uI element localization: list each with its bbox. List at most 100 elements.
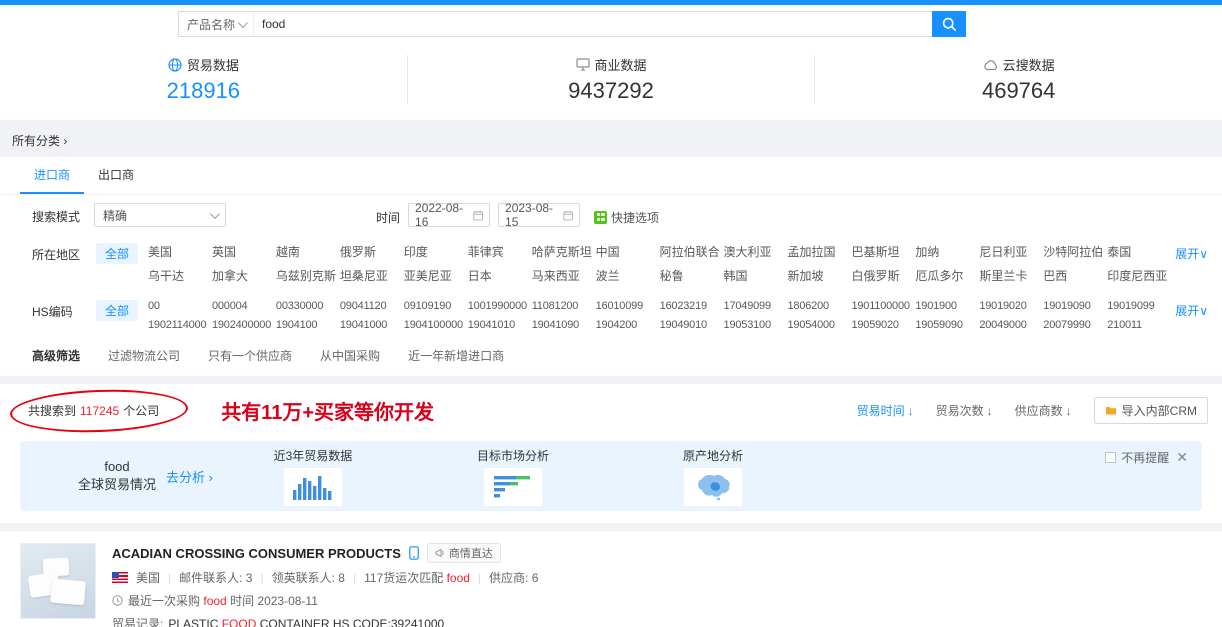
import-crm-button[interactable]: 导入内部CRM bbox=[1094, 397, 1208, 424]
search-category-dropdown[interactable]: 产品名称 bbox=[178, 11, 254, 37]
region-option[interactable]: 沙特阿拉伯 bbox=[1043, 243, 1103, 260]
hs-code-option[interactable]: 19041090 bbox=[532, 319, 592, 331]
hs-code-option[interactable]: 09041120 bbox=[340, 300, 400, 312]
advanced-filter-option[interactable]: 只有一个供应商 bbox=[208, 347, 292, 364]
region-option[interactable]: 加纳 bbox=[915, 243, 975, 260]
hs-code-option[interactable]: 00 bbox=[148, 300, 208, 312]
dismiss-checkbox[interactable] bbox=[1105, 452, 1116, 463]
region-option[interactable]: 越南 bbox=[276, 243, 336, 260]
hs-code-option[interactable]: 1904100 bbox=[276, 319, 336, 331]
region-option[interactable]: 美国 bbox=[148, 243, 208, 260]
hs-code-option[interactable]: 20079990 bbox=[1043, 319, 1103, 331]
region-option[interactable]: 亚美尼亚 bbox=[404, 267, 464, 284]
region-option[interactable]: 哈萨克斯坦 bbox=[532, 243, 592, 260]
hs-code-option[interactable]: 16023219 bbox=[660, 300, 720, 312]
hs-code-option[interactable]: 000004 bbox=[212, 300, 272, 312]
hs-code-option[interactable]: 16010099 bbox=[596, 300, 656, 312]
search-mode-select[interactable]: 精确 bbox=[94, 203, 226, 227]
region-option[interactable]: 厄瓜多尔 bbox=[915, 267, 975, 284]
region-option[interactable]: 秘鲁 bbox=[660, 267, 720, 284]
banner-card-target-market[interactable]: 目标市场分析 bbox=[413, 447, 613, 506]
hs-code-option[interactable]: 19053100 bbox=[724, 319, 784, 331]
hs-code-option[interactable]: 19059020 bbox=[851, 319, 911, 331]
region-option[interactable]: 孟加拉国 bbox=[787, 243, 847, 260]
hs-code-option[interactable]: 19041000 bbox=[340, 319, 400, 331]
hs-code-option[interactable]: 1806200 bbox=[787, 300, 847, 312]
hs-code-option[interactable]: 19049010 bbox=[660, 319, 720, 331]
region-option[interactable]: 巴西 bbox=[1043, 267, 1103, 284]
region-option[interactable]: 印度尼西亚 bbox=[1107, 267, 1167, 284]
hs-code-option[interactable]: 00330000 bbox=[276, 300, 336, 312]
hs-code-option[interactable]: 1901100000 bbox=[851, 300, 911, 312]
region-option[interactable]: 白俄罗斯 bbox=[851, 267, 911, 284]
region-option[interactable]: 乌干达 bbox=[148, 267, 208, 284]
sort-option[interactable]: 供应商数↓ bbox=[1015, 402, 1072, 419]
region-option[interactable]: 加拿大 bbox=[212, 267, 272, 284]
hs-code-option[interactable]: 19054000 bbox=[787, 319, 847, 331]
breadcrumb[interactable]: 所有分类 › bbox=[0, 120, 1222, 157]
phone-icon[interactable] bbox=[409, 546, 419, 560]
hs-code-option[interactable]: 1902114000 bbox=[148, 319, 208, 331]
region-option[interactable]: 波兰 bbox=[596, 267, 656, 284]
hs-code-option[interactable]: 1904100000 bbox=[404, 319, 464, 331]
region-option[interactable]: 斯里兰卡 bbox=[979, 267, 1039, 284]
hs-code-option[interactable]: 20049000 bbox=[979, 319, 1039, 331]
hs-code-option[interactable]: 19059090 bbox=[915, 319, 975, 331]
stat-business-data[interactable]: 商业数据 9437292 bbox=[408, 55, 816, 104]
region-option[interactable]: 尼日利亚 bbox=[979, 243, 1039, 260]
hs-code-option[interactable]: 11081200 bbox=[532, 300, 592, 312]
hs-code-option[interactable]: 210011 bbox=[1107, 319, 1167, 331]
hs-code-option[interactable]: 1001990000 bbox=[468, 300, 528, 312]
company-name[interactable]: ACADIAN CROSSING CONSUMER PRODUCTS bbox=[112, 546, 401, 561]
region-option[interactable]: 巴基斯坦 bbox=[851, 243, 911, 260]
region-option[interactable]: 乌兹别克斯坦 bbox=[276, 267, 336, 284]
region-option[interactable]: 印度 bbox=[404, 243, 464, 260]
banner-card-trade-3y[interactable]: 近3年贸易数据 bbox=[213, 447, 413, 506]
advanced-filter-option[interactable]: 从中国采购 bbox=[320, 347, 380, 364]
hs-code-option[interactable]: 1901900 bbox=[915, 300, 975, 312]
company-logo[interactable] bbox=[20, 543, 96, 619]
region-option[interactable]: 泰国 bbox=[1107, 243, 1167, 260]
region-option[interactable]: 新加坡 bbox=[787, 267, 847, 284]
hs-code-option[interactable]: 09109190 bbox=[404, 300, 464, 312]
go-analyze-link[interactable]: 去分析 › bbox=[166, 467, 213, 486]
hs-code-option[interactable]: 1902400000 bbox=[212, 319, 272, 331]
date-from-input[interactable]: 2022-08-16 bbox=[408, 203, 490, 227]
search-input[interactable] bbox=[254, 11, 932, 37]
region-option[interactable]: 阿拉伯联合酋... bbox=[660, 243, 720, 260]
analysis-banner-wrap: food 全球贸易情况 去分析 › 近3年贸易数据 bbox=[0, 435, 1222, 523]
date-to-input[interactable]: 2023-08-15 bbox=[498, 203, 580, 227]
close-icon[interactable]: ✕ bbox=[1176, 449, 1188, 466]
hs-all-badge[interactable]: 全部 bbox=[96, 300, 138, 321]
stat-trade-data[interactable]: 贸易数据 218916 bbox=[0, 55, 408, 104]
region-all-badge[interactable]: 全部 bbox=[96, 243, 138, 264]
region-option[interactable]: 日本 bbox=[468, 267, 528, 284]
region-option[interactable]: 菲律宾 bbox=[468, 243, 528, 260]
banner-card-origin[interactable]: 原产地分析 bbox=[613, 447, 813, 506]
region-option[interactable]: 马来西亚 bbox=[532, 267, 592, 284]
business-intel-tag[interactable]: 商情直达 bbox=[427, 543, 501, 563]
advanced-filter-option[interactable]: 近一年新增进口商 bbox=[408, 347, 504, 364]
hs-code-option[interactable]: 1904200 bbox=[596, 319, 656, 331]
region-option[interactable]: 英国 bbox=[212, 243, 272, 260]
hs-code-option[interactable]: 19041010 bbox=[468, 319, 528, 331]
sort-option[interactable]: 贸易次数↓ bbox=[936, 402, 993, 419]
region-option[interactable]: 澳大利亚 bbox=[724, 243, 784, 260]
hs-code-option[interactable]: 17049099 bbox=[724, 300, 784, 312]
hs-code-option[interactable]: 19019099 bbox=[1107, 300, 1167, 312]
advanced-filter-option[interactable]: 过滤物流公司 bbox=[108, 347, 180, 364]
stat-cloud-search-data[interactable]: 云搜数据 469764 bbox=[815, 55, 1222, 104]
region-option[interactable]: 韩国 bbox=[724, 267, 784, 284]
sort-option[interactable]: 贸易时间↓ bbox=[857, 402, 914, 419]
hs-code-option[interactable]: 19019020 bbox=[979, 300, 1039, 312]
region-option[interactable]: 坦桑尼亚 bbox=[340, 267, 400, 284]
search-button[interactable] bbox=[932, 11, 966, 37]
region-expand-link[interactable]: 展开∨ bbox=[1175, 243, 1208, 262]
tab-exporters[interactable]: 出口商 bbox=[84, 157, 148, 194]
tab-importers[interactable]: 进口商 bbox=[20, 157, 84, 194]
region-option[interactable]: 俄罗斯 bbox=[340, 243, 400, 260]
hs-expand-link[interactable]: 展开∨ bbox=[1175, 300, 1208, 319]
quick-options-button[interactable]: 快捷选项 bbox=[594, 205, 659, 226]
region-option[interactable]: 中国 bbox=[596, 243, 656, 260]
hs-code-option[interactable]: 19019090 bbox=[1043, 300, 1103, 312]
